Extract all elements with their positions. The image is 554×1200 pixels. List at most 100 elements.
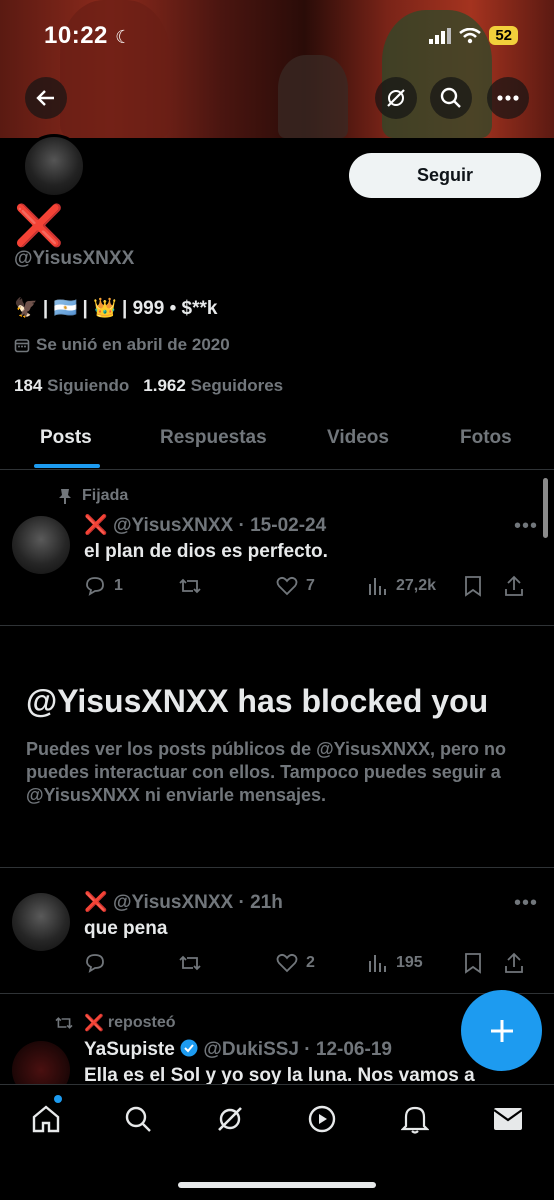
- post-more-button[interactable]: •••: [514, 515, 538, 538]
- nav-home[interactable]: [24, 1097, 68, 1141]
- follow-stats: 184 Siguiendo 1.962 Seguidores: [14, 376, 283, 396]
- follow-button[interactable]: Seguir: [349, 153, 541, 198]
- profile-handle: @YisusXNXX: [14, 248, 135, 269]
- compose-button[interactable]: [461, 990, 542, 1071]
- bookmark-button[interactable]: [464, 952, 504, 974]
- search-button[interactable]: [430, 77, 472, 119]
- banner-figure: [278, 55, 348, 138]
- like-icon: [276, 953, 298, 973]
- nav-notifications[interactable]: [393, 1097, 437, 1141]
- profile-tabs: Posts Respuestas Videos Fotos: [0, 410, 554, 470]
- pinned-label-row: Fijada: [58, 487, 128, 505]
- post-date: · 15-02-24: [238, 515, 327, 536]
- messages-icon: [493, 1108, 523, 1130]
- repost-button[interactable]: [178, 953, 276, 973]
- compose-icon: [490, 1019, 513, 1042]
- joined-date: Se unió en abril de 2020: [14, 335, 230, 355]
- pin-icon: [59, 489, 71, 504]
- share-icon: [505, 575, 523, 596]
- reply-icon: [86, 954, 104, 973]
- repost-button[interactable]: [178, 576, 276, 596]
- like-icon: [276, 576, 298, 596]
- blocked-description: Puedes ver los posts públicos de @YisusX…: [26, 739, 507, 805]
- signal-icon: [429, 27, 452, 44]
- tab-videos[interactable]: Videos: [327, 427, 389, 449]
- blocked-notice: @YisusXNXX has blocked you Puedes ver lo…: [0, 626, 554, 868]
- nav-messages[interactable]: [486, 1097, 530, 1141]
- repost-icon: [179, 955, 201, 971]
- avatar[interactable]: [12, 1041, 70, 1085]
- back-button[interactable]: [25, 77, 67, 119]
- active-tab-indicator: [34, 464, 100, 468]
- share-button[interactable]: [504, 952, 534, 974]
- status-icons: 52: [429, 26, 518, 45]
- bookmark-button[interactable]: [464, 575, 504, 597]
- more-button[interactable]: [487, 77, 529, 119]
- more-icon: [497, 95, 519, 101]
- home-notification-dot: [54, 1095, 62, 1103]
- wifi-icon: [459, 27, 482, 43]
- post[interactable]: ❌ @YisusXNXX · 21h ••• que pena 2 195: [0, 868, 554, 994]
- reply-button[interactable]: 1: [84, 576, 178, 596]
- views-button[interactable]: 195: [368, 953, 464, 973]
- tab-posts[interactable]: Posts: [40, 427, 92, 449]
- post-header: ❌ @YisusXNXX · 21h: [84, 892, 283, 913]
- bookmark-icon: [465, 953, 481, 974]
- blocked-title: @YisusXNXX has blocked you: [26, 683, 489, 719]
- avatar[interactable]: [12, 893, 70, 951]
- post-text: el plan de dios es perfecto.: [84, 541, 328, 562]
- reply-icon: [86, 577, 104, 596]
- share-icon: [505, 952, 523, 973]
- grok-icon: [218, 1107, 242, 1131]
- avatar[interactable]: [12, 516, 70, 574]
- clock: 10:22 ☾: [44, 22, 132, 49]
- post-actions: 2 195: [84, 952, 540, 974]
- tab-photos[interactable]: Fotos: [460, 427, 512, 449]
- bookmark-icon: [465, 576, 481, 597]
- verified-icon: [180, 1039, 198, 1057]
- status-bar: 10:22 ☾ 52: [0, 18, 554, 54]
- following-stat[interactable]: 184 Siguiendo: [14, 376, 129, 396]
- profile-bio: 🦅 | 🇦🇷 | 👑 | 999 • $**k: [14, 298, 218, 319]
- nav-video[interactable]: [300, 1097, 344, 1141]
- nav-grok[interactable]: [208, 1097, 252, 1141]
- author-handle[interactable]: @YisusXNXX: [113, 892, 233, 913]
- grok-button[interactable]: [375, 77, 417, 119]
- like-button[interactable]: 7: [276, 576, 368, 596]
- repost-label-row: ❌ reposteó: [54, 1013, 176, 1033]
- profile-name: ❌: [14, 204, 64, 248]
- repost-icon: [179, 578, 201, 594]
- author-handle[interactable]: @DukiSSJ: [203, 1039, 299, 1060]
- search-icon: [440, 87, 461, 108]
- grok-icon: [387, 89, 405, 107]
- battery-indicator: 52: [489, 26, 518, 45]
- post-more-button[interactable]: •••: [514, 892, 538, 915]
- calendar-icon: [14, 339, 30, 353]
- video-icon: [308, 1105, 336, 1133]
- tab-replies[interactable]: Respuestas: [160, 427, 267, 449]
- post-header: YaSupiste @DukiSSJ · 12-06-19: [84, 1039, 392, 1061]
- explore-icon: [125, 1106, 151, 1132]
- home-indicator: [178, 1182, 376, 1188]
- back-arrow-icon: [36, 90, 54, 106]
- reply-button[interactable]: [84, 953, 178, 973]
- home-icon: [32, 1105, 60, 1133]
- pinned-post[interactable]: Fijada ❌ @YisusXNXX · 15-02-24 ••• el pl…: [0, 471, 554, 626]
- views-icon: [369, 578, 386, 595]
- nav-explore[interactable]: [116, 1097, 160, 1141]
- post-header: ❌ @YisusXNXX · 15-02-24: [84, 515, 327, 536]
- views-icon: [369, 955, 386, 972]
- profile-avatar[interactable]: [22, 134, 86, 198]
- post-text: Ella es el Sol y yo soy la luna. Nos vam…: [84, 1065, 475, 1085]
- share-button[interactable]: [504, 575, 534, 597]
- post-actions: 1 7 27,2k: [84, 575, 540, 597]
- post-date: · 21h: [238, 892, 283, 913]
- notifications-icon: [401, 1106, 429, 1134]
- like-button[interactable]: 2: [276, 953, 368, 973]
- display-name[interactable]: YaSupiste: [84, 1039, 175, 1060]
- author-handle[interactable]: @YisusXNXX: [113, 515, 233, 536]
- post-text: que pena: [84, 918, 168, 939]
- followers-stat[interactable]: 1.962 Seguidores: [143, 376, 283, 396]
- repost-icon: [55, 1017, 73, 1029]
- views-button[interactable]: 27,2k: [368, 576, 464, 596]
